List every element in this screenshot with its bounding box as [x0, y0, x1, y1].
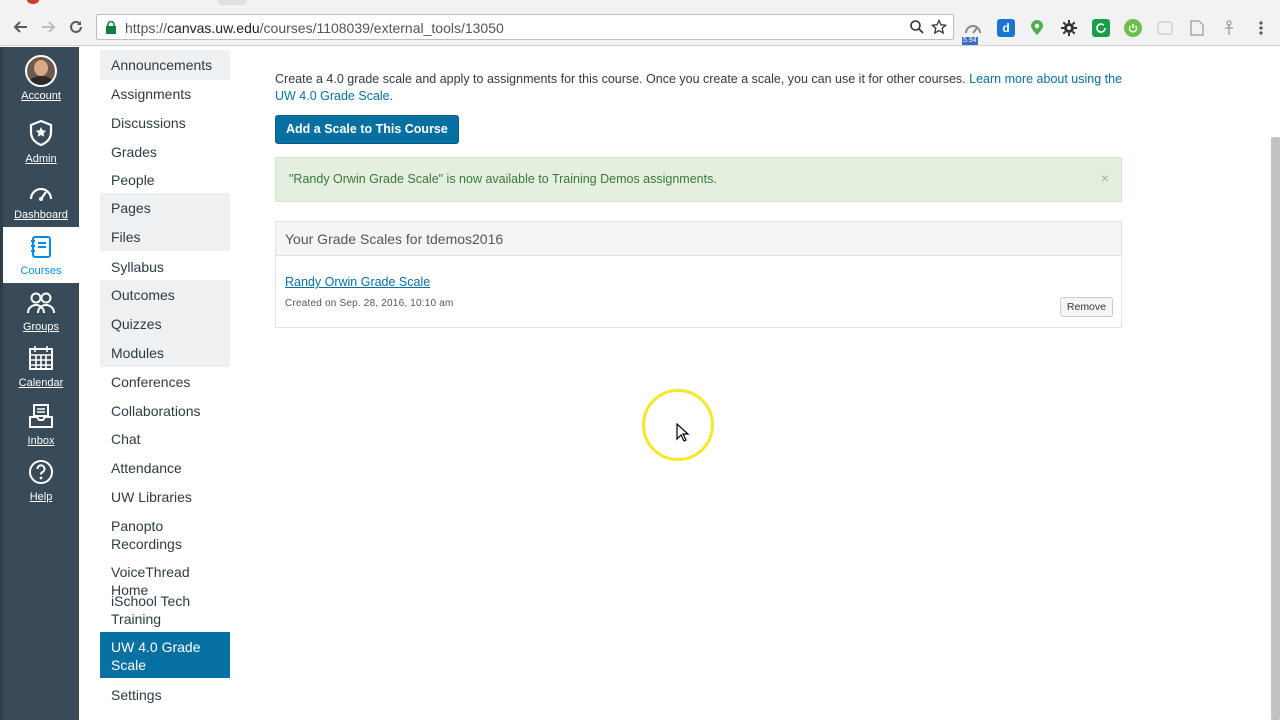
- panel-title: Your Grade Scales for tdemos2016: [276, 222, 1121, 256]
- url-host: canvas.uw.edu: [167, 20, 260, 36]
- global-nav-label: Inbox: [27, 435, 55, 447]
- course-nav-files[interactable]: Files: [100, 222, 230, 251]
- page-scrollbar[interactable]: [1271, 137, 1280, 720]
- grade-scale-created-date: Created on Sep. 28, 2016, 10:10 am: [285, 298, 454, 309]
- global-nav-admin[interactable]: Admin: [3, 119, 79, 165]
- course-nav-outcomes[interactable]: Outcomes: [100, 280, 230, 309]
- forward-icon[interactable]: [38, 17, 58, 37]
- mouse-cursor-icon: [676, 422, 690, 446]
- zoom-icon[interactable]: [909, 19, 925, 38]
- course-nav-chat[interactable]: Chat: [100, 424, 230, 454]
- pin-extension-icon[interactable]: [1220, 19, 1238, 37]
- url-path: /courses/1108039/external_tools/13050: [259, 20, 504, 36]
- document-extension-icon[interactable]: [1188, 19, 1206, 37]
- close-icon[interactable]: ×: [1101, 170, 1109, 186]
- menu-icon[interactable]: [1252, 19, 1270, 37]
- intro-text: Create a 4.0 grade scale and apply to as…: [275, 72, 966, 86]
- blank-extension-icon[interactable]: [1156, 19, 1174, 37]
- browser-toolbar: https://canvas.uw.edu/courses/1108039/ex…: [0, 6, 1280, 46]
- url-text: https://canvas.uw.edu/courses/1108039/ex…: [125, 20, 504, 36]
- course-nav-modules[interactable]: Modules: [100, 338, 230, 367]
- extension-badge: 5.94: [962, 37, 978, 45]
- course-nav-assignments[interactable]: Assignments: [100, 79, 230, 109]
- global-nav-groups[interactable]: Groups: [3, 291, 79, 333]
- address-bar[interactable]: https://canvas.uw.edu/courses/1108039/ex…: [96, 14, 954, 40]
- global-nav-label: Account: [21, 90, 61, 102]
- global-nav-label: Dashboard: [14, 209, 68, 221]
- remove-button[interactable]: Remove: [1059, 297, 1113, 317]
- global-nav-courses[interactable]: Courses: [3, 227, 79, 283]
- course-nav-discussions[interactable]: Discussions: [100, 108, 230, 138]
- success-alert: "Randy Orwin Grade Scale" is now availab…: [275, 157, 1122, 202]
- course-nav-quizzes[interactable]: Quizzes: [100, 309, 230, 338]
- add-scale-button[interactable]: Add a Scale to This Course: [275, 115, 459, 144]
- bookmark-star-icon[interactable]: [930, 18, 948, 38]
- gear-icon[interactable]: [1060, 19, 1078, 37]
- global-nav-dashboard[interactable]: Dashboard: [3, 181, 79, 221]
- groups-icon: [26, 291, 56, 318]
- global-nav: Account Admin Dashboard Courses Groups C…: [0, 47, 79, 720]
- global-nav-label: Courses: [20, 265, 62, 277]
- intro-paragraph: Create a 4.0 grade scale and apply to as…: [275, 71, 1125, 105]
- course-nav-uw-grade-scale[interactable]: UW 4.0 Grade Scale: [100, 632, 230, 678]
- sync-extension-icon[interactable]: [1092, 19, 1110, 37]
- grade-scale-link[interactable]: Randy Orwin Grade Scale: [285, 275, 430, 289]
- d-extension-icon[interactable]: d: [997, 19, 1015, 37]
- shield-star-icon: [28, 119, 54, 150]
- course-nav-conferences[interactable]: Conferences: [100, 367, 230, 397]
- global-nav-calendar[interactable]: Calendar: [3, 345, 79, 389]
- global-nav-label: Groups: [22, 321, 60, 333]
- global-nav-inbox[interactable]: Inbox: [3, 403, 79, 447]
- reload-icon[interactable]: [66, 17, 86, 37]
- speedometer-extension-icon[interactable]: [964, 19, 982, 37]
- course-nav-announcements[interactable]: Announcements: [100, 50, 230, 80]
- dashboard-icon: [28, 181, 54, 206]
- course-nav-panopto[interactable]: Panopto Recordings: [100, 511, 230, 559]
- global-nav-account[interactable]: Account: [3, 55, 79, 102]
- global-nav-help[interactable]: Help: [3, 459, 79, 503]
- url-scheme: https://: [125, 20, 168, 36]
- course-nav-pages[interactable]: Pages: [100, 193, 230, 222]
- course-nav-people[interactable]: People: [100, 165, 230, 195]
- avatar: [25, 55, 57, 87]
- lock-icon: [105, 20, 117, 37]
- course-nav-settings[interactable]: Settings: [100, 680, 230, 710]
- course-nav-syllabus[interactable]: Syllabus: [100, 252, 230, 282]
- power-extension-icon[interactable]: [1124, 19, 1142, 37]
- calendar-icon: [28, 345, 54, 374]
- back-icon[interactable]: [11, 17, 31, 37]
- course-nav-collaborations[interactable]: Collaborations: [100, 396, 230, 426]
- courses-icon: [29, 235, 53, 262]
- course-nav-ischool-tech[interactable]: iSchool Tech Training: [100, 586, 230, 634]
- browser-tab[interactable]: [218, 0, 246, 5]
- global-nav-label: Calendar: [18, 377, 64, 389]
- course-nav-grades[interactable]: Grades: [100, 137, 230, 167]
- grade-scales-panel: Your Grade Scales for tdemos2016 Randy O…: [275, 221, 1122, 328]
- global-nav-label: Admin: [25, 153, 57, 165]
- map-pin-extension-icon[interactable]: [1028, 19, 1046, 37]
- alert-message: "Randy Orwin Grade Scale" is now availab…: [289, 172, 717, 186]
- inbox-icon: [28, 403, 54, 432]
- course-nav-attendance[interactable]: Attendance: [100, 453, 230, 483]
- tab-favicon: [27, 0, 39, 4]
- help-icon: [28, 459, 54, 488]
- global-nav-label: Help: [29, 491, 53, 503]
- course-nav-uw-libraries[interactable]: UW Libraries: [100, 482, 230, 512]
